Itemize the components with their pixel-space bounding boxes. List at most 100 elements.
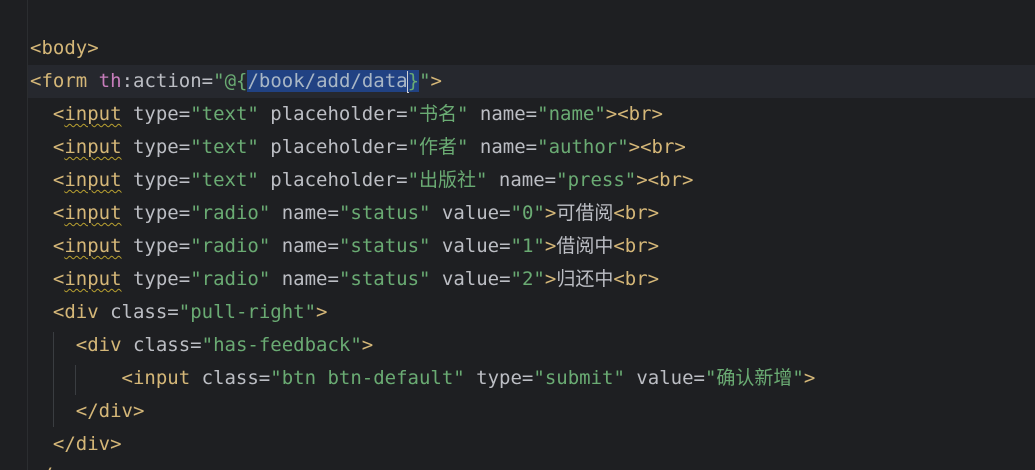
tag-bracket: < — [52, 103, 65, 125]
editor-gutter — [0, 0, 28, 470]
closing-tag: </div> — [75, 400, 145, 422]
attr-name: name — [270, 202, 328, 224]
attr-value: "name" — [537, 103, 606, 125]
code-line-9[interactable]: <div class="pull-right"> — [30, 296, 328, 329]
code-line-5[interactable]: <input type="text" placeholder="出版社" nam… — [30, 164, 694, 197]
equals: = — [327, 202, 339, 224]
tag-name-warning[interactable]: input — [64, 202, 121, 224]
attr-value: "status" — [338, 235, 431, 257]
attr-value: "radio" — [190, 235, 271, 257]
attr-value: "0" — [510, 202, 545, 224]
closing-tag: </div> — [52, 433, 122, 455]
code-line-11[interactable]: <input class="btn btn-default" type="sub… — [30, 362, 816, 395]
tag-bracket: < — [52, 169, 65, 191]
equals: = — [178, 235, 191, 257]
attr-value: "status" — [338, 202, 431, 224]
selected-text[interactable]: /book/add/data — [247, 70, 408, 92]
tag-name-warning[interactable]: input — [64, 103, 121, 125]
attr-value: "btn btn-default" — [270, 367, 465, 389]
equals: = — [178, 202, 191, 224]
tag-name-warning[interactable]: input — [64, 169, 121, 191]
attr-value: "2" — [510, 268, 545, 290]
equals: = — [201, 70, 214, 92]
tag-bracket: < — [52, 136, 65, 158]
code-line-4[interactable]: <input type="text" placeholder="作者" name… — [30, 131, 686, 164]
attr-value: "确认新增" — [704, 367, 804, 389]
equals: = — [693, 367, 705, 389]
attr-value: "status" — [338, 268, 431, 290]
tag-bracket: < — [52, 235, 65, 257]
attr-name: type — [121, 103, 179, 125]
closing-tag: </ — [30, 464, 53, 470]
tag-tail: ><br> — [636, 169, 694, 191]
attr-name: type — [121, 202, 179, 224]
attr-value: "1" — [510, 235, 545, 257]
equals: = — [525, 103, 538, 125]
tag-open: <div — [52, 301, 99, 323]
tag-bracket: > — [87, 37, 99, 59]
attr-value: "text" — [190, 169, 259, 191]
equals: = — [525, 136, 538, 158]
tag-open: <input — [121, 367, 191, 389]
equals: = — [521, 367, 534, 389]
attr-name: name — [468, 136, 526, 158]
equals: = — [327, 235, 339, 257]
attr-name: class — [98, 301, 168, 323]
equals: = — [544, 169, 557, 191]
attr-name: value — [624, 367, 694, 389]
tag-tail: ><br> — [628, 136, 686, 158]
tag-bracket: > — [544, 202, 557, 224]
attr-name: name — [270, 268, 328, 290]
tag-bracket: < — [52, 268, 65, 290]
attr-value: "书名" — [407, 103, 469, 125]
attr-name: name — [270, 235, 328, 257]
code-line-8[interactable]: <input type="radio" name="status" value=… — [30, 263, 659, 296]
tag-name-warning[interactable]: input — [64, 235, 121, 257]
text-content: 借阅中 — [556, 235, 614, 257]
attr-name: value — [430, 235, 500, 257]
equals: = — [190, 334, 202, 356]
code-line-7[interactable]: <input type="radio" name="status" value=… — [30, 230, 659, 263]
attr-name: placeholder — [258, 103, 397, 125]
attr-value: "author" — [537, 136, 629, 158]
equals: = — [396, 169, 408, 191]
attr-value: "radio" — [190, 202, 271, 224]
equals: = — [396, 136, 408, 158]
code-editor[interactable]: <body> <form th:action="@{/book/add/data… — [0, 0, 1035, 470]
attr-name: type — [121, 268, 179, 290]
tag-bracket: > — [316, 301, 328, 323]
attr-name: value — [430, 268, 500, 290]
tag-name-warning[interactable]: input — [64, 268, 121, 290]
attr-value: "press" — [556, 169, 637, 191]
code-line-1[interactable]: <body> — [30, 32, 99, 65]
tag-name: body — [41, 37, 88, 59]
code-line-6[interactable]: <input type="radio" name="status" value=… — [30, 197, 659, 230]
attr-name: value — [430, 202, 500, 224]
equals: = — [327, 268, 339, 290]
equals: = — [178, 136, 191, 158]
attr-namespace: th — [98, 70, 122, 92]
tag-bracket: > — [361, 334, 374, 356]
code-line-2[interactable]: <form th:action="@{/book/add/data}"> — [28, 65, 1035, 98]
tag-name-warning[interactable]: input — [64, 136, 121, 158]
attr-name: type — [121, 169, 179, 191]
code-line-14[interactable]: </ — [30, 459, 53, 470]
code-line-3[interactable]: <input type="text" placeholder="书名" name… — [30, 98, 663, 131]
attr-name: class — [121, 334, 191, 356]
code-line-12[interactable]: </div> — [30, 395, 145, 428]
attr-name: placeholder — [258, 169, 397, 191]
equals: = — [499, 268, 511, 290]
attr-name: placeholder — [258, 136, 397, 158]
br-tag: <br> — [613, 235, 660, 257]
attr-name: name — [468, 103, 526, 125]
code-line-13[interactable]: </div> — [30, 428, 122, 461]
text-content: 可借阅 — [556, 202, 614, 224]
code-line-10[interactable]: <div class="has-feedback"> — [30, 329, 373, 362]
